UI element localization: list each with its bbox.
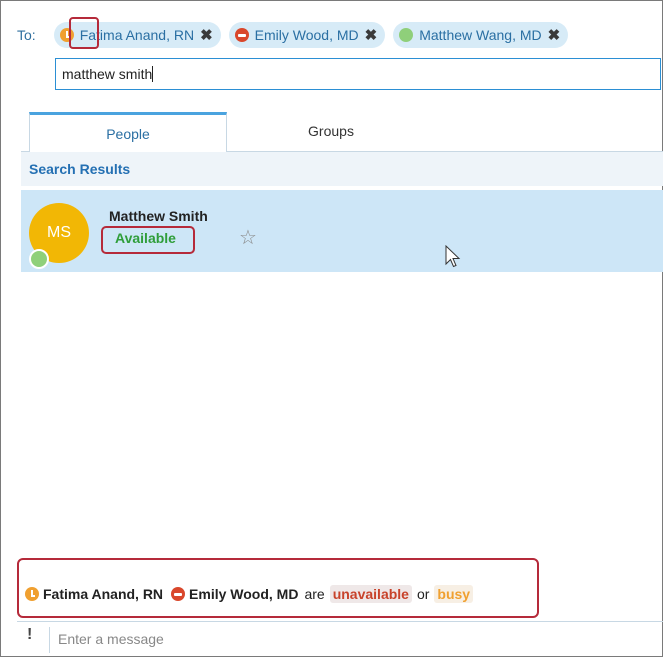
away-status-icon [25,587,39,601]
message-input[interactable]: Enter a message [49,627,663,653]
divider [17,621,663,622]
avatar-initials: MS [47,224,71,241]
result-name: Matthew Smith [109,208,208,224]
recipient-name: Matthew Wang, MD [419,27,542,43]
remove-recipient-icon[interactable]: ✖ [548,26,561,44]
notice-are: are [304,586,325,602]
unavailable-tag: unavailable [329,585,412,603]
recipient-name: Emily Wood, MD [254,27,359,43]
available-status-icon [399,28,414,42]
result-status: Available [101,226,195,254]
search-value: matthew smith [62,66,153,82]
recipient-search-input[interactable]: matthew smith [55,58,661,90]
favorite-star-icon[interactable]: ☆ [239,225,257,250]
busy-status-icon [171,587,186,601]
tab-people[interactable]: People [29,112,227,154]
remove-recipient-icon[interactable]: ✖ [365,26,378,44]
notice-or: or [416,586,430,602]
availability-notice: Fatima Anand, RN Emily Wood, MD are unav… [25,585,474,603]
recipient-chip-matthew-wang[interactable]: Matthew Wang, MD ✖ [393,22,569,48]
search-result-row[interactable]: MS Matthew Smith Available ☆ [21,190,663,272]
text-caret [152,66,154,82]
recipient-chip-emily[interactable]: Emily Wood, MD ✖ [228,22,386,48]
mouse-pointer-icon [445,245,461,268]
notice-name: Fatima Anand, RN [43,586,164,602]
search-results-header: Search Results [21,152,663,186]
remove-recipient-icon[interactable]: ✖ [200,26,213,44]
compose-window: To: Fatima Anand, RN ✖ Emily Wood, MD ✖ … [0,0,663,657]
busy-status-icon [234,28,249,42]
priority-icon[interactable]: ! [27,626,32,644]
to-label: To: [17,27,36,43]
available-status-icon [29,249,49,269]
tab-groups[interactable]: Groups [241,112,421,150]
away-status-highlight [69,17,99,49]
result-tabs: People Groups [21,109,663,154]
busy-tag: busy [434,585,474,603]
to-row: To: Fatima Anand, RN ✖ Emily Wood, MD ✖ … [17,21,576,49]
notice-name: Emily Wood, MD [189,586,299,602]
